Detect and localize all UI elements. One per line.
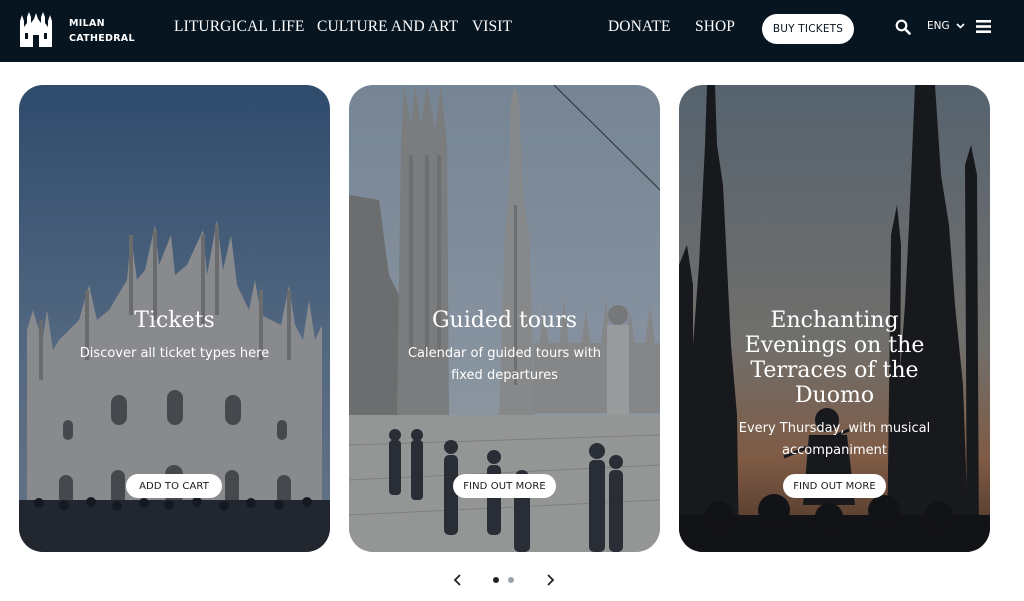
card-guided-tours-text: Guided tours Calendar of guided tours wi…	[349, 308, 660, 387]
chevron-left-icon[interactable]	[451, 572, 465, 588]
card-description: Discover all ticket types here	[79, 346, 270, 361]
add-to-cart-button[interactable]: ADD TO CART	[126, 474, 222, 498]
chevron-down-icon	[956, 23, 965, 29]
language-label: ENG	[927, 20, 950, 32]
carousel-dot-1[interactable]	[493, 577, 499, 583]
chevron-right-icon[interactable]	[543, 572, 557, 588]
cathedral-logo-icon[interactable]	[18, 11, 54, 47]
card-description: Calendar of guided tours with fixed depa…	[407, 346, 602, 383]
nav-donate[interactable]: DONATE	[608, 18, 671, 36]
card-enchanting-evenings[interactable]: Enchanting Evenings on the Terraces of t…	[679, 85, 990, 552]
card-description: Every Thursday, with musical accompanime…	[738, 421, 931, 458]
hamburger-menu-icon[interactable]	[976, 20, 991, 33]
card-tickets[interactable]: Tickets Discover all ticket types here A…	[19, 85, 330, 552]
find-out-more-button[interactable]: FIND OUT MORE	[783, 474, 886, 498]
brand-line-1: MILAN	[69, 18, 105, 29]
site-header: MILAN CATHEDRAL LITURGICAL LIFE CULTURE …	[0, 0, 1024, 62]
search-icon[interactable]	[895, 19, 911, 35]
card-title: Enchanting Evenings on the Terraces of t…	[744, 308, 925, 408]
nav-visit[interactable]: VISIT	[472, 18, 512, 36]
card-tickets-text: Tickets Discover all ticket types here	[19, 308, 330, 365]
card-guided-tours[interactable]: Guided tours Calendar of guided tours wi…	[349, 85, 660, 552]
card-evenings-text: Enchanting Evenings on the Terraces of t…	[679, 308, 990, 462]
brand-name[interactable]: MILAN CATHEDRAL	[69, 16, 135, 46]
language-selector[interactable]: ENG	[927, 20, 965, 32]
buy-tickets-button[interactable]: BUY TICKETS	[762, 14, 854, 44]
nav-liturgical-life[interactable]: LITURGICAL LIFE	[174, 18, 305, 36]
card-title: Guided tours	[431, 308, 578, 333]
brand-line-2: CATHEDRAL	[69, 33, 135, 44]
find-out-more-button[interactable]: FIND OUT MORE	[453, 474, 556, 498]
nav-culture-and-art[interactable]: CULTURE AND ART	[317, 18, 458, 36]
carousel-dot-2[interactable]	[508, 577, 514, 583]
nav-shop[interactable]: SHOP	[695, 18, 735, 36]
card-title: Tickets	[134, 308, 215, 333]
